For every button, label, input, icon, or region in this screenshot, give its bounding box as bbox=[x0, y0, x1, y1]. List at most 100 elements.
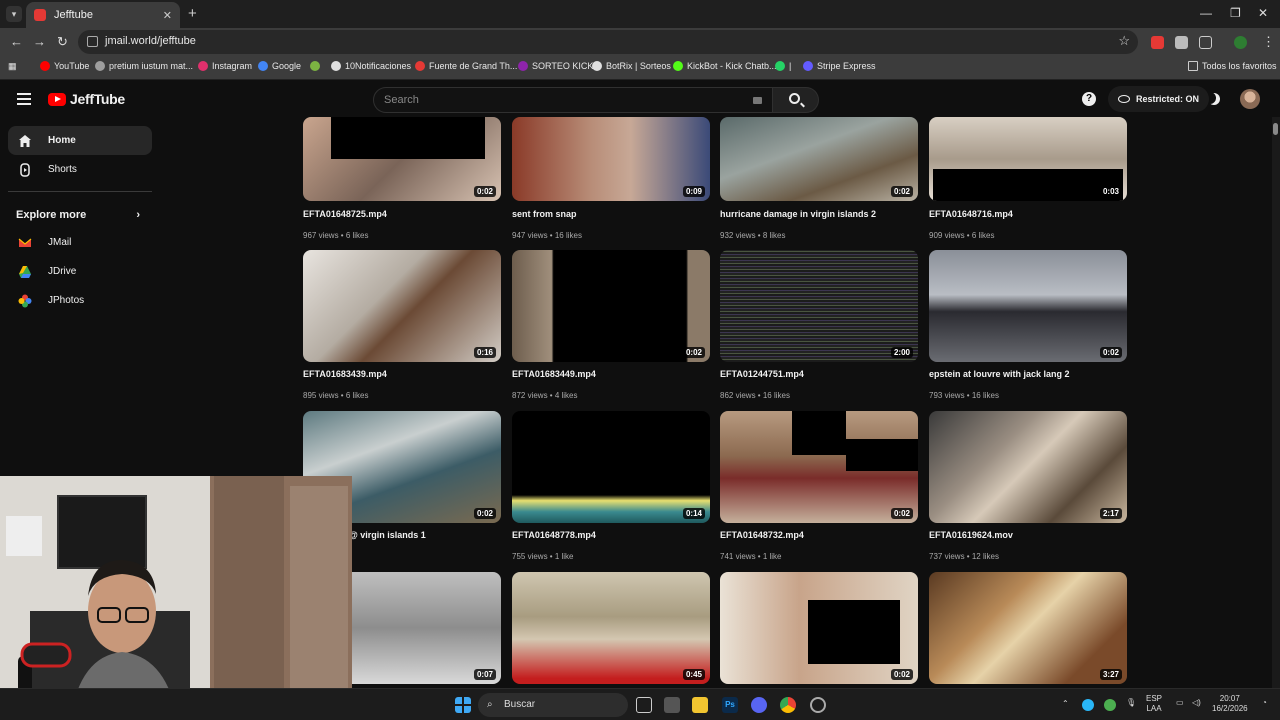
tray-app-icon[interactable] bbox=[1104, 699, 1116, 711]
jefftube-logo[interactable]: JeffTube bbox=[48, 91, 125, 107]
video-thumbnail[interactable]: 0:02 bbox=[720, 117, 918, 201]
explore-more-heading[interactable]: Explore more › bbox=[16, 209, 140, 221]
photoshop-icon[interactable]: Ps bbox=[722, 697, 738, 713]
video-card[interactable]: 0:02 EFTA01648725.mp4 967 views • 6 like… bbox=[303, 117, 501, 242]
notification-bell-icon[interactable]: ◔ bbox=[1262, 698, 1267, 707]
browser-menu-icon[interactable]: ⋮ bbox=[1262, 34, 1275, 50]
theme-moon-icon[interactable] bbox=[1208, 93, 1220, 105]
video-title[interactable]: sent from snap bbox=[512, 209, 577, 219]
minimize-button[interactable]: — bbox=[1200, 6, 1212, 20]
video-card[interactable]: 0:14 EFTA01648778.mp4 755 views • 1 like bbox=[512, 411, 710, 561]
video-thumbnail[interactable]: 2:00 bbox=[720, 250, 918, 362]
video-thumbnail[interactable]: 0:02 bbox=[720, 411, 918, 523]
video-card[interactable]: 0:09 sent from snap 947 views • 16 likes bbox=[512, 117, 710, 242]
video-card[interactable]: 2:17 EFTA01619624.mov 737 views • 12 lik… bbox=[929, 411, 1127, 561]
video-card[interactable]: 0:02 epstein at louvre with jack lang 2 … bbox=[929, 250, 1127, 400]
bookmark-item[interactable]: 10Notificaciones bbox=[331, 61, 411, 71]
new-tab-button[interactable]: + bbox=[188, 5, 197, 22]
reload-button[interactable]: ↻ bbox=[57, 34, 68, 50]
microphone-icon[interactable]: 🎙 bbox=[1126, 698, 1136, 707]
help-icon[interactable]: ? bbox=[1082, 92, 1096, 106]
all-bookmarks-folder[interactable]: Todos los favoritos bbox=[1188, 61, 1277, 71]
bookmark-item[interactable]: SORTEO KICK bbox=[518, 61, 593, 71]
browser-tab[interactable]: Jefftube ✕ bbox=[26, 2, 180, 28]
sidebar-item-shorts[interactable]: Shorts bbox=[8, 155, 152, 184]
chrome-icon[interactable] bbox=[780, 697, 796, 713]
video-card[interactable]: 0:02 EFTA01648732.mp4 741 views • 1 like bbox=[720, 411, 918, 561]
video-title[interactable]: epstein at louvre with jack lang 2 bbox=[929, 369, 1070, 379]
video-card[interactable]: 0:03 EFTA01648716.mp4 909 views • 6 like… bbox=[929, 117, 1127, 242]
back-button[interactable]: ← bbox=[10, 34, 23, 49]
video-thumbnail[interactable]: 0:45 bbox=[512, 572, 710, 684]
sidebar-item-jmail[interactable]: JMail bbox=[8, 228, 152, 257]
video-title[interactable]: EFTA01648716.mp4 bbox=[929, 209, 1013, 219]
video-card[interactable]: 0:02 hurricane damage in virgin islands … bbox=[720, 117, 918, 242]
video-thumbnail[interactable]: 0:09 bbox=[512, 117, 710, 201]
search-button[interactable] bbox=[773, 87, 819, 113]
volume-icon[interactable]: ◁) bbox=[1192, 698, 1201, 707]
video-thumbnail[interactable]: 2:17 bbox=[929, 411, 1127, 523]
search-input[interactable] bbox=[384, 94, 744, 106]
page-scrollbar[interactable] bbox=[1272, 117, 1280, 688]
file-explorer-icon[interactable] bbox=[692, 697, 708, 713]
video-thumbnail[interactable]: 0:16 bbox=[303, 250, 501, 362]
video-title[interactable]: hurricane damage in virgin islands 2 bbox=[720, 209, 876, 219]
taskbar-app-icon[interactable] bbox=[810, 697, 826, 713]
bookmark-item[interactable]: BotRix | Sorteos bbox=[592, 61, 671, 71]
video-thumbnail[interactable]: 0:02 bbox=[929, 250, 1127, 362]
restore-button[interactable]: ❐ bbox=[1230, 6, 1241, 20]
taskbar-app-icon[interactable] bbox=[664, 697, 680, 713]
bookmark-star-icon[interactable]: ☆ bbox=[1118, 33, 1130, 49]
video-title[interactable]: EFTA01619624.mov bbox=[929, 530, 1013, 540]
video-card[interactable]: 3:27 bbox=[929, 572, 1127, 684]
scrollbar-thumb[interactable] bbox=[1273, 123, 1278, 135]
taskbar-search[interactable]: ⌕ Buscar bbox=[478, 693, 628, 717]
windows-start-icon[interactable] bbox=[455, 697, 471, 713]
site-info-icon[interactable] bbox=[87, 36, 98, 47]
sidebar-item-jdrive[interactable]: JDrive bbox=[8, 257, 152, 286]
video-card[interactable]: 2:00 EFTA01244751.mp4 862 views • 16 lik… bbox=[720, 250, 918, 400]
discord-icon[interactable] bbox=[751, 697, 767, 713]
bookmark-item[interactable]: pretium iustum mat... bbox=[95, 61, 193, 71]
search-box[interactable] bbox=[373, 87, 773, 113]
video-card[interactable]: 0:02 EFTA01683449.mp4 872 views • 4 like… bbox=[512, 250, 710, 400]
sidebar-item-jphotos[interactable]: JPhotos bbox=[8, 286, 152, 315]
video-thumbnail[interactable]: 0:02 bbox=[720, 572, 918, 684]
sidebar-item-home[interactable]: Home bbox=[8, 126, 152, 155]
video-title[interactable]: EFTA01683449.mp4 bbox=[512, 369, 596, 379]
video-card[interactable]: 0:02 bbox=[720, 572, 918, 684]
video-thumbnail[interactable]: 0:03 bbox=[929, 117, 1127, 201]
bookmark-item[interactable]: YouTube bbox=[40, 61, 89, 71]
extension-icon[interactable] bbox=[1175, 36, 1188, 49]
clock[interactable]: 20:07 16/2/2026 bbox=[1212, 694, 1248, 714]
bookmark-item[interactable]: | bbox=[775, 61, 791, 71]
bookmark-item[interactable]: Google bbox=[258, 61, 301, 71]
avatar[interactable] bbox=[1240, 89, 1260, 109]
video-thumbnail[interactable]: 0:02 bbox=[303, 117, 501, 201]
bookmark-item[interactable] bbox=[310, 61, 324, 71]
onedrive-icon[interactable] bbox=[1082, 699, 1094, 711]
video-thumbnail[interactable]: 3:27 bbox=[929, 572, 1127, 684]
extensions-puzzle-icon[interactable] bbox=[1199, 36, 1212, 49]
tab-search-button[interactable]: ▾ bbox=[6, 6, 22, 22]
video-title[interactable]: EFTA01648778.mp4 bbox=[512, 530, 596, 540]
hamburger-menu-icon[interactable] bbox=[17, 93, 31, 108]
keyboard-icon[interactable] bbox=[753, 97, 762, 104]
forward-button[interactable]: → bbox=[33, 34, 46, 49]
address-bar[interactable]: jmail.world/jefftube ☆ bbox=[78, 30, 1138, 54]
restricted-mode-toggle[interactable]: Restricted: ON bbox=[1108, 86, 1210, 112]
video-title[interactable]: EFTA01648725.mp4 bbox=[303, 209, 387, 219]
video-card[interactable]: 0:16 EFTA01683439.mp4 895 views • 6 like… bbox=[303, 250, 501, 400]
tray-chevron-up-icon[interactable]: ⌃ bbox=[1062, 699, 1069, 708]
video-thumbnail[interactable]: 0:02 bbox=[512, 250, 710, 362]
close-tab-icon[interactable]: ✕ bbox=[163, 9, 172, 22]
video-title[interactable]: EFTA01683439.mp4 bbox=[303, 369, 387, 379]
video-thumbnail[interactable]: 0:14 bbox=[512, 411, 710, 523]
bookmark-item[interactable]: Fuente de Grand Th... bbox=[415, 61, 517, 71]
video-title[interactable]: EFTA01244751.mp4 bbox=[720, 369, 804, 379]
extension-icon[interactable] bbox=[1151, 36, 1164, 49]
task-view-icon[interactable] bbox=[636, 697, 652, 713]
bookmark-item[interactable]: Stripe Express bbox=[803, 61, 876, 71]
video-card[interactable]: 0:45 bbox=[512, 572, 710, 684]
close-window-button[interactable]: ✕ bbox=[1258, 6, 1268, 20]
